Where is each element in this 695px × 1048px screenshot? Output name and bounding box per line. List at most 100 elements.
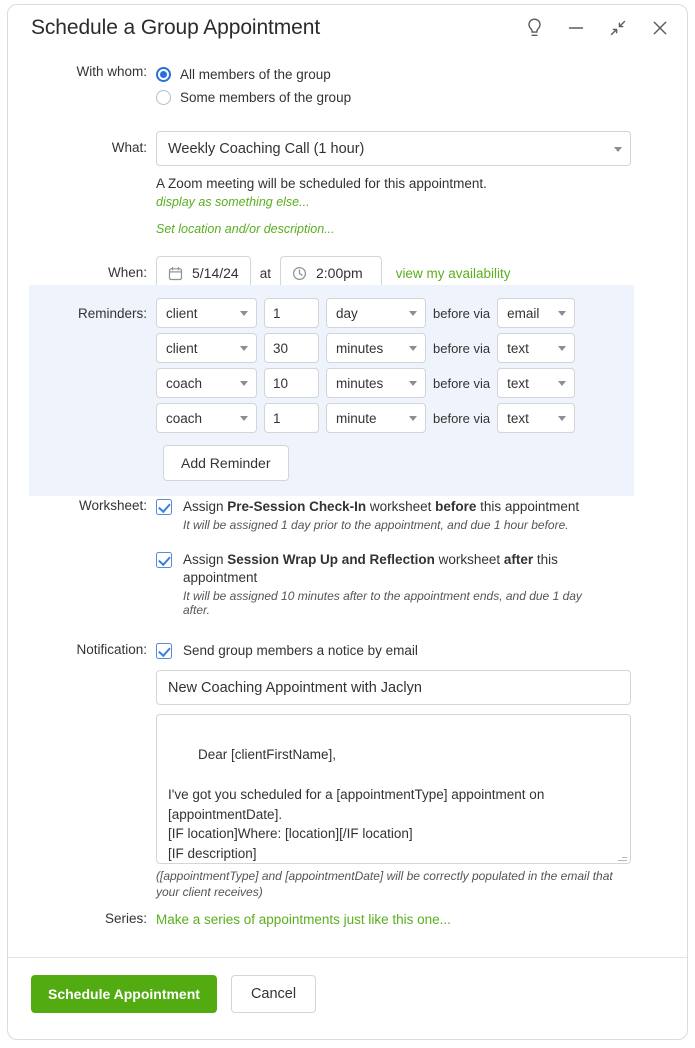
radio-all-members-label: All members of the group bbox=[180, 67, 331, 82]
radio-option-all-members[interactable]: All members of the group bbox=[156, 64, 687, 85]
chevron-down-icon bbox=[614, 146, 622, 152]
minimize-icon[interactable] bbox=[563, 15, 589, 41]
notification-subject-input[interactable]: New Coaching Appointment with Jaclyn bbox=[156, 670, 631, 706]
appointment-type-value: Weekly Coaching Call (1 hour) bbox=[168, 140, 365, 157]
chevron-down-icon bbox=[409, 416, 417, 421]
calendar-icon bbox=[168, 266, 183, 281]
chevron-down-icon bbox=[558, 346, 567, 351]
view-availability-link[interactable]: view my availability bbox=[396, 266, 511, 281]
before-via-label: before via bbox=[433, 305, 491, 321]
series-row: Series: Make a series of appointments ju… bbox=[8, 911, 687, 929]
reminder-channel-value: text bbox=[507, 375, 529, 391]
page-title: Schedule a Group Appointment bbox=[31, 16, 321, 39]
chevron-down-icon bbox=[409, 381, 417, 386]
appointment-type-select[interactable]: Weekly Coaching Call (1 hour) bbox=[156, 131, 631, 166]
chevron-down-icon bbox=[240, 346, 248, 351]
reminder-unit-select[interactable]: minute bbox=[326, 403, 426, 433]
reminder-who-select[interactable]: coach bbox=[156, 403, 257, 433]
reminder-unit-select[interactable]: minutes bbox=[326, 333, 426, 363]
schedule-appointment-button[interactable]: Schedule Appointment bbox=[31, 975, 217, 1013]
reminder-amount-input[interactable]: 10 bbox=[264, 368, 319, 398]
worksheet-name: Session Wrap Up and Reflection bbox=[227, 552, 435, 568]
reminder-channel-select[interactable]: email bbox=[497, 298, 576, 328]
reminder-amount-input[interactable]: 1 bbox=[264, 298, 319, 328]
tip-lightbulb-icon[interactable] bbox=[521, 15, 547, 41]
reminder-row: Reminders: client 1 day before via email bbox=[29, 298, 634, 328]
display-as-something-else-link[interactable]: display as something else... bbox=[156, 195, 310, 209]
worksheet-emphasis: after bbox=[503, 552, 534, 568]
reminder-who-select[interactable]: coach bbox=[156, 368, 257, 398]
what-field-column: Weekly Coaching Call (1 hour) A Zoom mee… bbox=[156, 131, 687, 238]
worksheet-item-wrap-up: Assign Session Wrap Up and Reflection wo… bbox=[156, 551, 687, 617]
radio-option-some-members[interactable]: Some members of the group bbox=[156, 87, 687, 108]
reminder-amount-input[interactable]: 30 bbox=[264, 333, 319, 363]
worksheet-post-text: this appointment bbox=[476, 499, 580, 514]
with-whom-row: With whom: All members of the group Some… bbox=[8, 64, 687, 110]
reminder-channel-select[interactable]: text bbox=[497, 368, 576, 398]
chevron-down-icon bbox=[240, 311, 248, 316]
before-via-label: before via bbox=[433, 375, 491, 391]
chevron-down-icon bbox=[240, 416, 248, 421]
series-label: Series: bbox=[104, 911, 147, 926]
worksheet-emphasis: before bbox=[435, 499, 477, 514]
zoom-meeting-note: A Zoom meeting will be scheduled for thi… bbox=[156, 176, 487, 191]
reminder-channel-value: email bbox=[507, 305, 540, 321]
reminder-amount-value: 10 bbox=[273, 375, 289, 391]
notification-field-column: Send group members a notice by email New… bbox=[156, 642, 687, 901]
close-icon[interactable] bbox=[647, 15, 673, 41]
radio-all-members-icon[interactable] bbox=[156, 67, 171, 82]
worksheet-row: Worksheet: Assign Pre-Session Check-In w… bbox=[8, 498, 687, 617]
reminder-channel-select[interactable]: text bbox=[497, 403, 576, 433]
chevron-down-icon bbox=[409, 311, 417, 316]
with-whom-options: All members of the group Some members of… bbox=[156, 64, 687, 110]
worksheet-wrap-up-sub: It will be assigned 10 minutes after to … bbox=[183, 588, 582, 617]
notification-body-textarea[interactable]: Dear [clientFirstName], I've got you sch… bbox=[156, 714, 631, 865]
notification-row: Notification: Send group members a notic… bbox=[8, 642, 687, 901]
notification-label: Notification: bbox=[76, 642, 147, 657]
reminder-channel-select[interactable]: text bbox=[497, 333, 576, 363]
reminder-amount-input[interactable]: 1 bbox=[264, 403, 319, 433]
textarea-resize-handle[interactable] bbox=[617, 851, 628, 862]
date-value: 5/14/24 bbox=[192, 265, 239, 281]
time-value: 2:00pm bbox=[315, 265, 363, 281]
set-location-description-link[interactable]: Set location and/or description... bbox=[156, 222, 335, 236]
worksheet-pre-session-label: Assign Pre-Session Check-In worksheet be… bbox=[183, 498, 579, 515]
reminders-label: Reminders: bbox=[77, 305, 147, 321]
reminder-amount-value: 1 bbox=[273, 305, 281, 321]
reminder-unit-select[interactable]: minutes bbox=[326, 368, 426, 398]
before-via-label: before via bbox=[433, 410, 491, 426]
worksheet-wrap-up-checkbox[interactable] bbox=[156, 552, 172, 569]
reminder-who-select[interactable]: client bbox=[156, 298, 257, 328]
reminder-who-value: client bbox=[166, 305, 198, 321]
before-via-label: before via bbox=[433, 340, 491, 356]
worksheet-pre-text: Assign bbox=[183, 499, 228, 514]
notification-subject-value: New Coaching Appointment with Jaclyn bbox=[168, 679, 422, 696]
radio-some-members-icon[interactable] bbox=[156, 90, 171, 105]
what-label: What: bbox=[111, 140, 147, 155]
worksheet-pre-session-checkbox[interactable] bbox=[156, 499, 172, 515]
send-notice-checkbox[interactable] bbox=[156, 643, 172, 659]
cancel-button[interactable]: Cancel bbox=[230, 975, 317, 1013]
worksheet-pre-session-body: Assign Pre-Session Check-In worksheet be… bbox=[183, 498, 579, 532]
reminder-row: coach 10 minutes before via text bbox=[29, 368, 634, 398]
series-field-column: Make a series of appointments just like … bbox=[156, 911, 687, 929]
restore-icon[interactable] bbox=[605, 15, 631, 41]
worksheet-label: Worksheet: bbox=[78, 498, 147, 513]
reminder-row: coach 1 minute before via text bbox=[29, 403, 634, 433]
worksheet-mid-text: worksheet bbox=[366, 499, 436, 514]
when-label: When: bbox=[107, 265, 147, 280]
add-reminder-button[interactable]: Add Reminder bbox=[163, 445, 289, 481]
reminder-unit-select[interactable]: day bbox=[326, 298, 426, 328]
chevron-down-icon bbox=[558, 416, 567, 421]
with-whom-label: With whom: bbox=[76, 64, 147, 79]
reminder-who-select[interactable]: client bbox=[156, 333, 257, 363]
reminder-unit-value: day bbox=[336, 305, 358, 321]
make-series-link[interactable]: Make a series of appointments just like … bbox=[156, 912, 451, 927]
worksheet-wrap-up-body: Assign Session Wrap Up and Reflection wo… bbox=[183, 551, 583, 617]
window-controls bbox=[521, 15, 673, 41]
reminder-who-value: client bbox=[166, 340, 198, 356]
chevron-down-icon bbox=[558, 311, 567, 316]
reminder-row: client 30 minutes before via text bbox=[29, 333, 634, 363]
notification-helper-text: ([appointmentType] and [appointmentDate]… bbox=[156, 869, 613, 900]
worksheet-name: Pre-Session Check-In bbox=[227, 499, 367, 514]
